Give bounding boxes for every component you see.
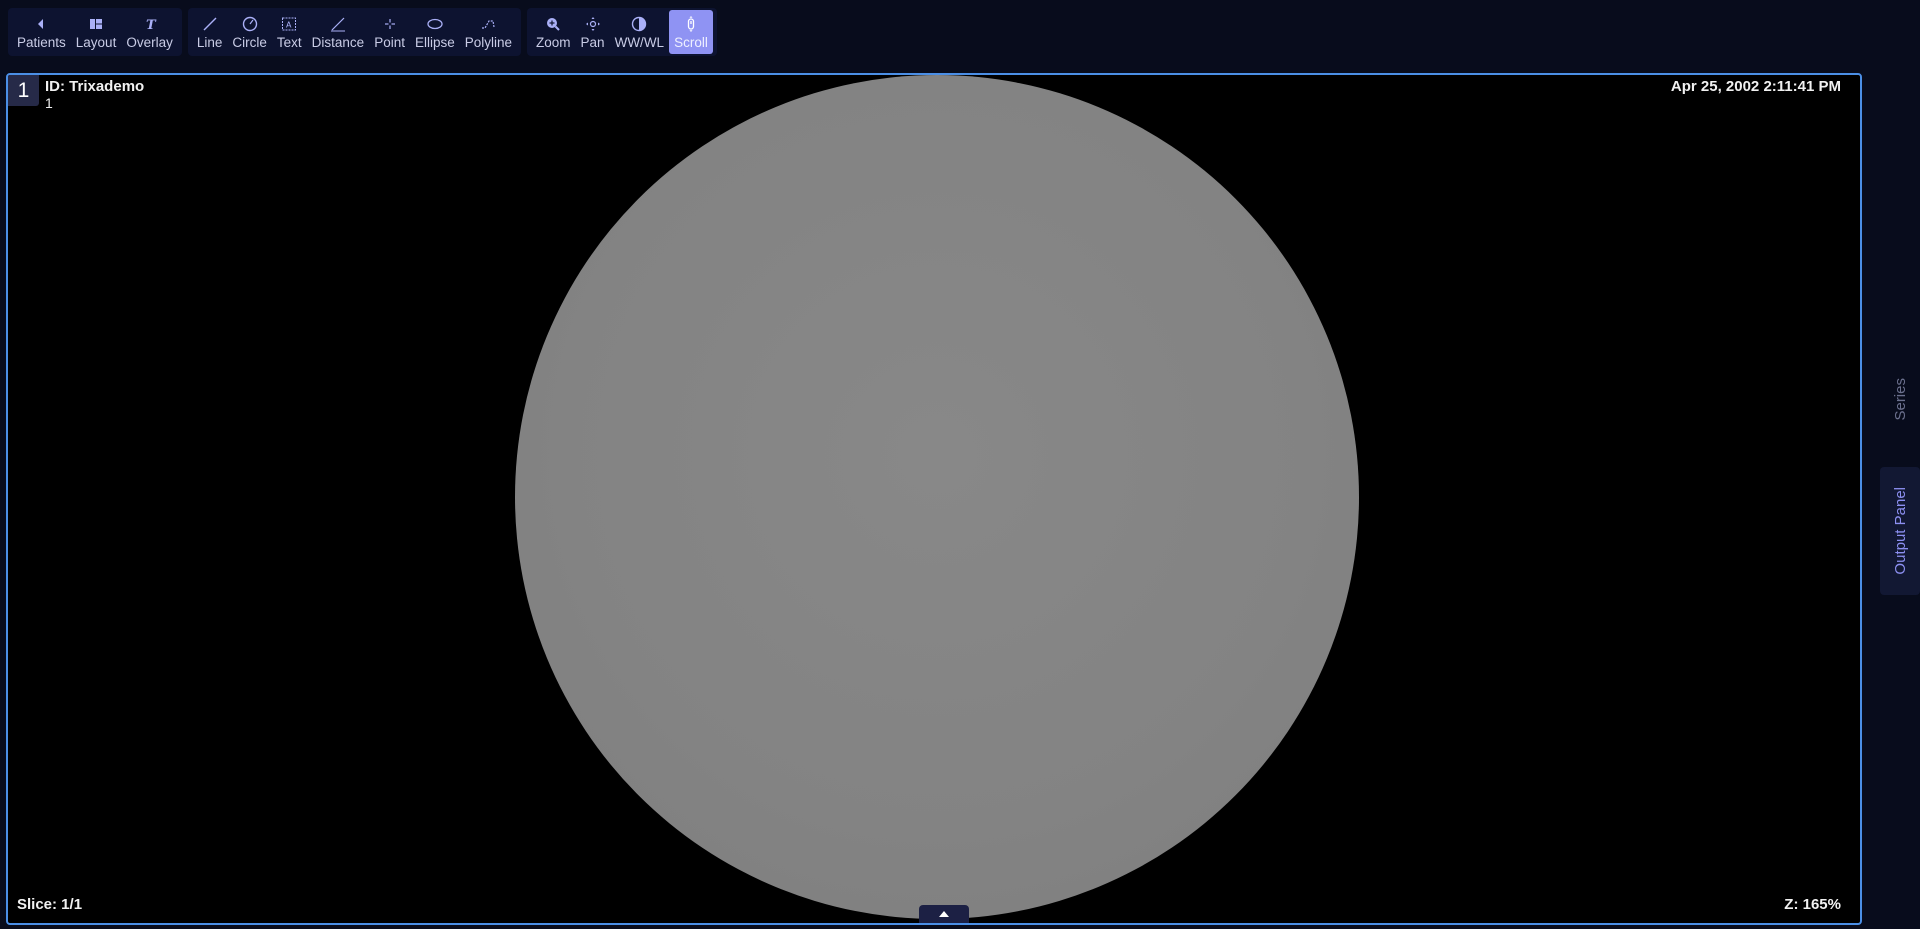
app-root: Patients Layout T Overlay Line Circle A … (0, 0, 1920, 929)
ct-image[interactable] (515, 75, 1359, 919)
line-tool-button[interactable]: Line (192, 10, 228, 54)
scroll-tool-button[interactable]: Scroll (669, 10, 713, 54)
annotation-tool-group: Line Circle A Text Distance Point Ellips… (187, 8, 522, 56)
point-tool-button[interactable]: Point (369, 10, 410, 54)
viewport-index: 1 (8, 75, 39, 106)
chevron-up-icon (939, 911, 949, 917)
patients-button[interactable]: Patients (12, 10, 71, 54)
expand-bottom-button[interactable] (919, 905, 969, 923)
layout-grid-icon (85, 15, 107, 33)
text-box-icon: A (278, 15, 300, 33)
scroll-icon (680, 15, 702, 33)
chevron-left-icon (30, 15, 52, 33)
slice-indicator: Slice: 1/1 (17, 896, 83, 913)
pan-tool-button[interactable]: Pan (576, 10, 610, 54)
overlay-button[interactable]: T Overlay (121, 10, 178, 54)
line-icon (199, 15, 221, 33)
series-number: 1 (45, 95, 53, 111)
view-tool-group: Zoom Pan WW/WL Scroll (527, 8, 717, 56)
pan-icon (582, 15, 604, 33)
image-viewport[interactable]: 1 ID: Trixademo 1 Apr 25, 2002 2:11:41 P… (6, 73, 1862, 925)
wwwl-tool-button[interactable]: WW/WL (610, 10, 670, 54)
zoom-icon (542, 15, 564, 33)
series-tab[interactable]: Series (1880, 362, 1920, 436)
toolbar: Patients Layout T Overlay Line Circle A … (8, 8, 717, 56)
patient-id: ID: Trixademo (45, 78, 145, 95)
circle-icon (239, 15, 261, 33)
text-tool-button[interactable]: A Text (272, 10, 307, 54)
output-panel-tab-label: Output Panel (1891, 487, 1909, 575)
zoom-tool-button[interactable]: Zoom (531, 10, 576, 54)
point-icon (379, 15, 401, 33)
overlay-top-left: ID: Trixademo 1 (45, 78, 145, 112)
circle-tool-button[interactable]: Circle (227, 10, 272, 54)
polyline-tool-button[interactable]: Polyline (460, 10, 517, 54)
ellipse-icon (424, 15, 446, 33)
ellipse-tool-button[interactable]: Ellipse (410, 10, 460, 54)
distance-tool-button[interactable]: Distance (307, 10, 370, 54)
polyline-icon (477, 15, 499, 33)
series-tab-label: Series (1891, 377, 1909, 421)
study-datetime: Apr 25, 2002 2:11:41 PM (1670, 78, 1841, 95)
contrast-icon (628, 15, 650, 33)
svg-text:A: A (286, 20, 292, 29)
zoom-indicator: Z: 165% (1784, 896, 1841, 913)
output-panel-tab[interactable]: Output Panel (1880, 467, 1920, 595)
text-overlay-icon: T (139, 15, 161, 33)
svg-text:T: T (146, 18, 157, 33)
distance-icon (327, 15, 349, 33)
layout-button[interactable]: Layout (71, 10, 122, 54)
nav-tool-group: Patients Layout T Overlay (8, 8, 182, 56)
